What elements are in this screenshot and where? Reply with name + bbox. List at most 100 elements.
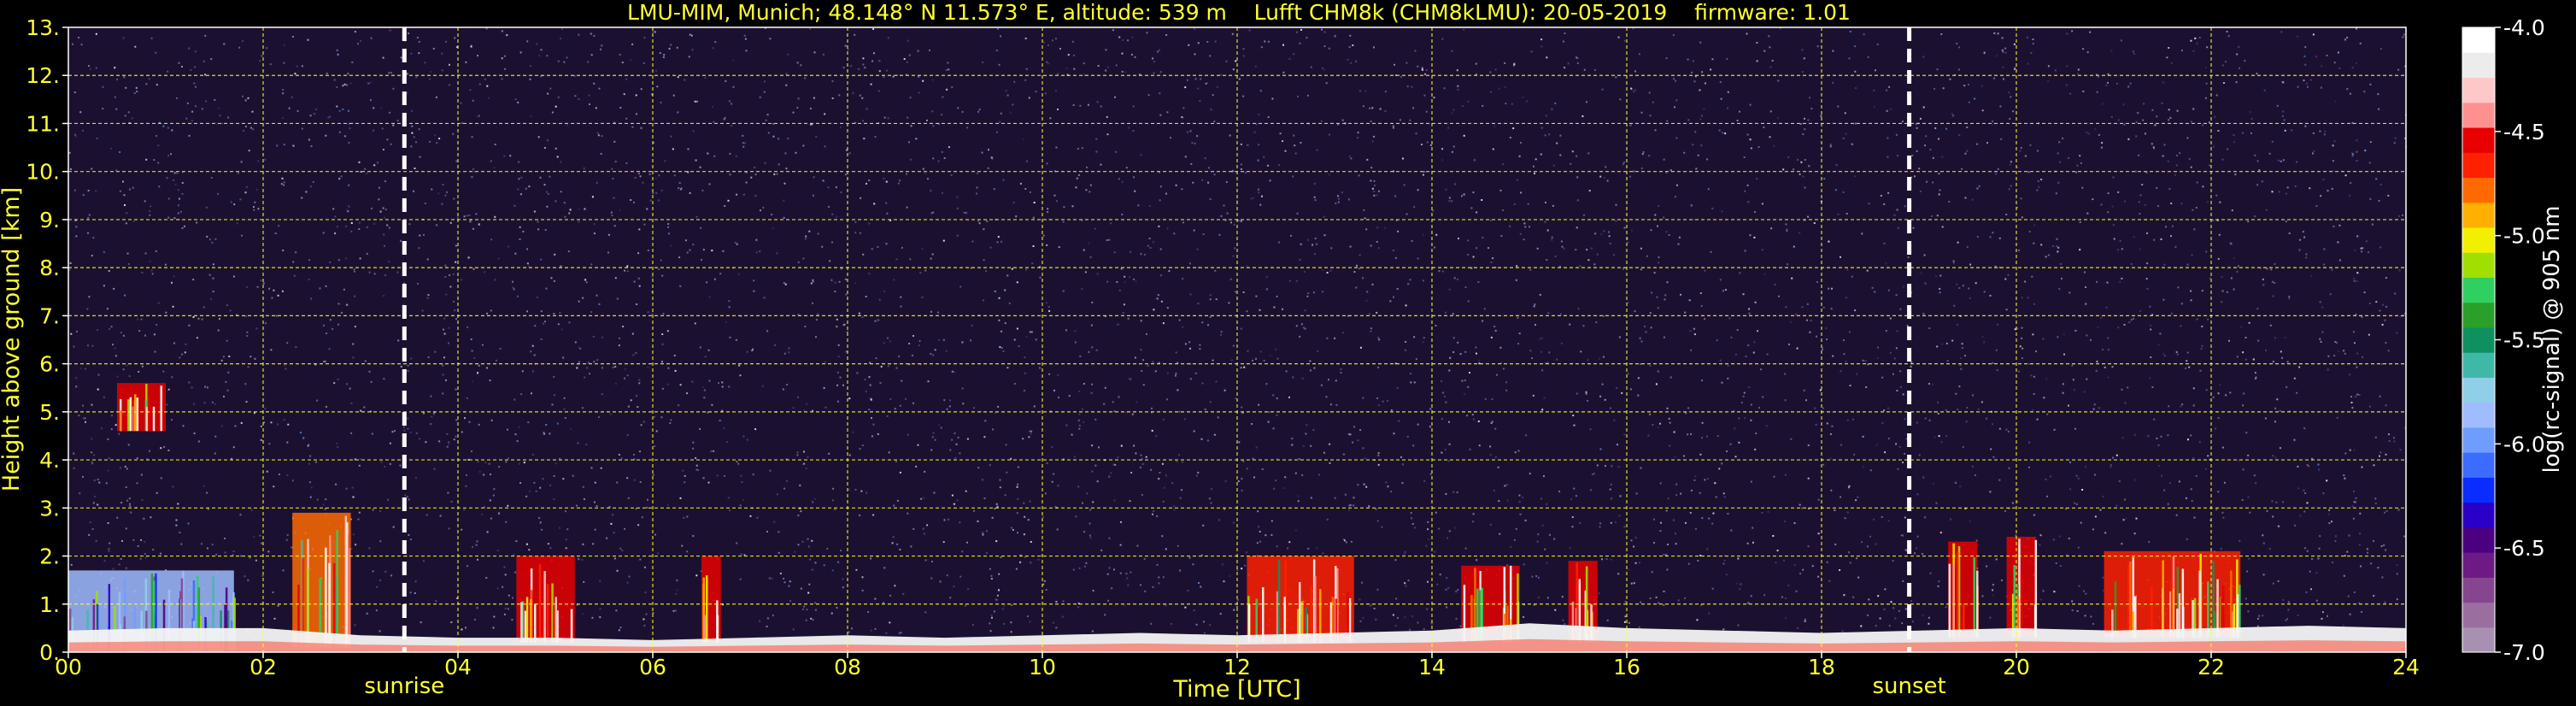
noise-speck <box>1539 338 1541 340</box>
noise-speck <box>1392 125 1394 127</box>
noise-speck <box>561 28 563 30</box>
noise-speck <box>384 274 386 276</box>
noise-speck <box>300 432 302 434</box>
noise-speck <box>874 320 877 322</box>
noise-speck <box>1035 338 1037 341</box>
noise-speck <box>2214 115 2216 118</box>
noise-speck <box>1922 614 1924 616</box>
noise-speck <box>2248 557 2250 560</box>
noise-speck <box>1887 438 1890 440</box>
noise-speck <box>1490 261 1493 263</box>
noise-speck <box>2305 253 2308 256</box>
noise-speck <box>527 421 530 424</box>
noise-speck <box>624 269 625 272</box>
noise-speck <box>519 238 521 240</box>
noise-speck <box>468 214 471 216</box>
noise-speck <box>562 478 565 480</box>
noise-speck <box>1546 259 1548 261</box>
noise-speck <box>102 85 104 88</box>
noise-speck <box>1567 62 1570 65</box>
noise-speck <box>777 138 780 140</box>
noise-speck <box>1992 232 1994 234</box>
noise-speck <box>1258 403 1260 406</box>
noise-speck <box>2262 574 2265 576</box>
noise-speck <box>165 311 167 314</box>
noise-speck <box>1189 378 1192 380</box>
noise-speck <box>1126 577 1129 580</box>
noise-speck <box>578 558 580 561</box>
noise-speck <box>1142 384 1145 386</box>
noise-speck <box>1799 123 1802 125</box>
noise-speck <box>1726 58 1728 60</box>
noise-speck <box>2138 201 2140 203</box>
noise-speck <box>101 427 103 430</box>
noise-speck <box>452 273 455 275</box>
noise-speck <box>1037 558 1040 561</box>
noise-speck <box>1868 203 1870 205</box>
noise-speck <box>1959 364 1962 367</box>
noise-speck <box>1300 243 1302 245</box>
noise-speck <box>2248 321 2250 324</box>
noise-speck <box>403 429 406 432</box>
noise-speck <box>2307 85 2309 88</box>
noise-speck <box>652 474 654 476</box>
noise-speck <box>2286 618 2289 621</box>
noise-speck <box>1922 476 1925 479</box>
noise-speck <box>678 256 681 259</box>
noise-speck <box>1405 349 1406 351</box>
noise-speck <box>1344 539 1346 542</box>
noise-speck <box>2047 80 2050 83</box>
noise-speck <box>1666 281 1669 284</box>
noise-speck <box>2226 291 2228 293</box>
noise-speck <box>1157 294 1159 297</box>
noise-speck <box>269 63 272 66</box>
noise-speck <box>197 440 200 443</box>
noise-speck <box>947 62 949 64</box>
noise-speck <box>2368 251 2369 254</box>
noise-speck <box>643 566 646 568</box>
noise-speck <box>2286 361 2289 363</box>
noise-speck <box>584 208 586 210</box>
noise-speck <box>1968 287 1970 290</box>
noise-speck <box>2287 609 2290 611</box>
noise-speck <box>282 89 285 91</box>
noise-speck <box>1950 518 1951 521</box>
noise-speck <box>1076 177 1078 179</box>
noise-speck <box>1369 107 1371 109</box>
noise-speck <box>1030 562 1032 564</box>
noise-speck <box>373 129 374 132</box>
noise-speck <box>1205 83 1207 85</box>
noise-speck <box>212 291 214 293</box>
noise-speck <box>786 479 788 482</box>
noise-speck <box>472 268 475 270</box>
noise-speck <box>1088 522 1091 525</box>
noise-speck <box>565 547 567 550</box>
noise-speck <box>180 543 183 545</box>
noise-speck <box>1165 474 1167 477</box>
noise-speck <box>1092 501 1094 503</box>
noise-speck <box>956 234 959 237</box>
noise-speck <box>1599 175 1602 178</box>
noise-speck <box>97 388 99 391</box>
noise-speck <box>410 357 413 360</box>
noise-speck <box>1083 62 1085 65</box>
noise-speck <box>411 109 413 112</box>
noise-speck <box>636 395 637 397</box>
noise-speck <box>2379 246 2382 249</box>
noise-speck <box>1912 227 1915 229</box>
noise-speck <box>2033 514 2035 516</box>
noise-speck <box>1121 180 1124 183</box>
noise-speck <box>596 294 598 297</box>
noise-speck <box>2352 153 2355 156</box>
noise-speck <box>2303 489 2305 491</box>
noise-speck <box>669 422 672 424</box>
noise-speck <box>150 269 153 272</box>
noise-speck <box>1188 44 1190 46</box>
noise-speck <box>185 343 187 345</box>
noise-speck <box>1615 220 1617 222</box>
noise-speck <box>1793 245 1795 248</box>
noise-speck <box>2033 224 2036 227</box>
noise-speck <box>2107 211 2110 214</box>
noise-speck <box>1875 69 1876 72</box>
noise-speck <box>829 260 831 262</box>
